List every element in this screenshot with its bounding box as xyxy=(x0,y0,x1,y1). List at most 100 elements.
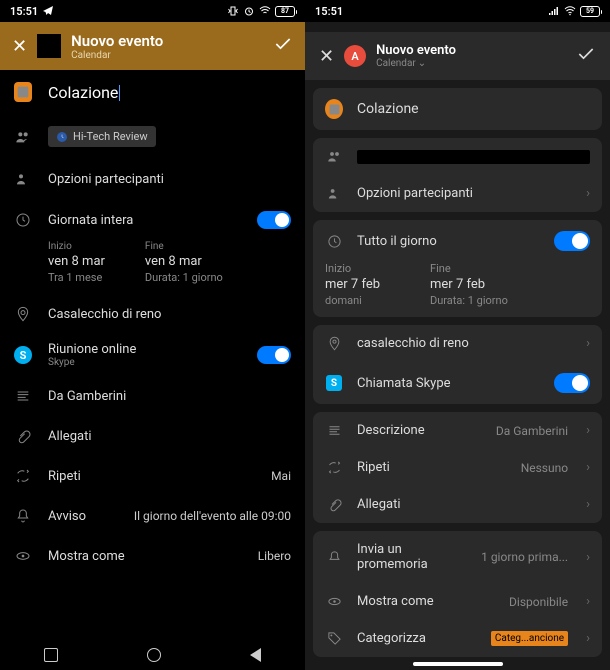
chevron-right-icon: › xyxy=(586,336,590,351)
chevron-right-icon: › xyxy=(586,423,590,438)
description-row[interactable]: Da Gamberini xyxy=(0,376,305,416)
show-as-value: Libero xyxy=(258,549,291,563)
close-icon[interactable]: ✕ xyxy=(319,46,334,67)
nav-recent[interactable] xyxy=(44,648,58,662)
chevron-right-icon: › xyxy=(586,631,590,646)
allday-row[interactable]: Tutto il giorno xyxy=(313,220,602,262)
participants-row[interactable] xyxy=(313,138,602,175)
title-card: Colazione xyxy=(313,88,602,130)
attachment-icon xyxy=(325,497,343,512)
close-icon[interactable]: ✕ xyxy=(12,36,27,57)
text-icon xyxy=(14,388,32,404)
repeat-row[interactable]: Ripeti Nessuno › xyxy=(313,449,602,486)
allday-toggle[interactable] xyxy=(554,231,590,251)
header-title: Nuovo evento xyxy=(376,43,566,58)
allday-row[interactable]: Giornata intera xyxy=(0,199,305,241)
event-title-row[interactable]: Colazione xyxy=(0,70,305,114)
event-title-input[interactable]: Colazione xyxy=(48,83,118,102)
chevron-right-icon: › xyxy=(586,460,590,475)
confirm-icon[interactable] xyxy=(576,44,596,68)
time-card: Tutto il giorno Inizio mer 7 feb domani … xyxy=(313,220,602,317)
reminder-value: 1 giorno prima... xyxy=(481,550,568,564)
wifi-icon xyxy=(564,5,576,17)
participant-chip[interactable]: Hi-Tech Review xyxy=(48,126,156,147)
show-as-value: Disponibile xyxy=(509,595,568,609)
categorize-row[interactable]: Categorizza Categ...ancione › xyxy=(313,620,602,657)
online-meeting-toggle[interactable] xyxy=(257,346,291,364)
tag-icon xyxy=(325,631,343,646)
eye-icon xyxy=(14,548,32,564)
end-date-col[interactable]: Fine ven 8 mar Durata: 1 giorno xyxy=(145,241,223,284)
skype-icon: S xyxy=(14,346,32,364)
text-cursor xyxy=(119,85,120,101)
nav-back[interactable] xyxy=(250,648,261,662)
repeat-value: Mai xyxy=(271,469,291,483)
skype-toggle[interactable] xyxy=(554,373,590,393)
bell-icon xyxy=(14,508,32,524)
show-as-row[interactable]: Mostra come Libero xyxy=(0,536,305,576)
show-as-row[interactable]: Mostra come Disponibile › xyxy=(313,583,602,620)
description-value: Da Gamberini xyxy=(496,424,568,438)
participant-redacted xyxy=(357,150,590,164)
chevron-right-icon: › xyxy=(586,594,590,609)
clock-icon xyxy=(14,212,32,228)
people-plus-icon xyxy=(325,186,343,201)
ios-home-bar[interactable] xyxy=(413,662,503,666)
date-range[interactable]: Inizio mer 7 feb domani Fine mer 7 feb D… xyxy=(313,262,602,317)
repeat-icon xyxy=(14,468,32,484)
participant-options-row[interactable]: Opzioni partecipanti › xyxy=(313,175,602,212)
repeat-row[interactable]: Ripeti Mai xyxy=(0,456,305,496)
chevron-right-icon: › xyxy=(586,186,590,201)
people-plus-icon xyxy=(14,171,32,187)
repeat-value: Nessuno xyxy=(521,461,568,475)
header-title: Nuovo evento xyxy=(71,32,263,50)
skype-row[interactable]: S Chiamata Skype xyxy=(313,362,602,404)
location-icon xyxy=(14,306,32,322)
details-card: Descrizione Da Gamberini › Ripeti Nessun… xyxy=(313,412,602,523)
status-bar: 15:51 59 xyxy=(305,0,610,22)
chevron-down-icon: ⌄ xyxy=(418,58,426,69)
header: ✕ Nuovo evento Calendar xyxy=(0,22,305,70)
attachments-row[interactable]: Allegati xyxy=(0,416,305,456)
location-row[interactable]: Casalecchio di reno xyxy=(0,294,305,334)
signal-icon xyxy=(548,5,560,17)
more-card: Invia un promemoria 1 giorno prima... › … xyxy=(313,531,602,657)
online-meeting-row[interactable]: S Riunione online Skype xyxy=(0,334,305,376)
attachment-icon xyxy=(14,428,32,444)
participant-options-row[interactable]: Opzioni partecipanti xyxy=(0,159,305,199)
start-date-col[interactable]: Inizio mer 7 feb domani xyxy=(325,262,380,307)
location-row[interactable]: casalecchio di reno › xyxy=(313,325,602,362)
battery-icon: 59 xyxy=(580,6,600,17)
telegram-icon xyxy=(42,5,54,17)
battery-icon: 87 xyxy=(275,6,295,17)
reminder-row[interactable]: Invia un promemoria 1 giorno prima... › xyxy=(313,531,602,583)
vibrate-icon xyxy=(227,5,239,17)
end-date-col[interactable]: Fine mer 7 feb Durata: 1 giorno xyxy=(430,262,508,307)
people-icon xyxy=(14,129,32,145)
calendar-square-icon xyxy=(37,34,61,58)
date-range[interactable]: Inizio ven 8 mar Tra 1 mese Fine ven 8 m… xyxy=(0,241,305,294)
category-icon xyxy=(325,99,343,119)
alert-row[interactable]: Avviso Il giorno dell'evento alle 09:00 xyxy=(0,496,305,536)
allday-toggle[interactable] xyxy=(257,211,291,229)
text-icon xyxy=(325,423,343,438)
event-title-row[interactable]: Colazione xyxy=(313,88,602,130)
category-badge: Categ...ancione xyxy=(491,631,568,646)
repeat-icon xyxy=(325,460,343,475)
participants-row[interactable]: Hi-Tech Review xyxy=(0,114,305,159)
nav-home[interactable] xyxy=(147,648,161,662)
confirm-icon[interactable] xyxy=(273,34,293,58)
participants-card: Opzioni partecipanti › xyxy=(313,138,602,212)
start-date-col[interactable]: Inizio ven 8 mar Tra 1 mese xyxy=(48,241,105,284)
location-card: casalecchio di reno › S Chiamata Skype xyxy=(313,325,602,404)
header-subtitle[interactable]: Calendar⌄ xyxy=(376,58,566,69)
description-row[interactable]: Descrizione Da Gamberini › xyxy=(313,412,602,449)
event-title-input[interactable]: Colazione xyxy=(357,101,590,117)
header: ✕ A Nuovo evento Calendar⌄ xyxy=(305,32,610,80)
status-time: 15:51 xyxy=(10,5,38,18)
bell-icon xyxy=(325,550,343,565)
category-icon xyxy=(14,82,32,102)
chevron-right-icon: › xyxy=(586,497,590,512)
chevron-right-icon: › xyxy=(586,550,590,565)
attachments-row[interactable]: Allegati › xyxy=(313,486,602,523)
